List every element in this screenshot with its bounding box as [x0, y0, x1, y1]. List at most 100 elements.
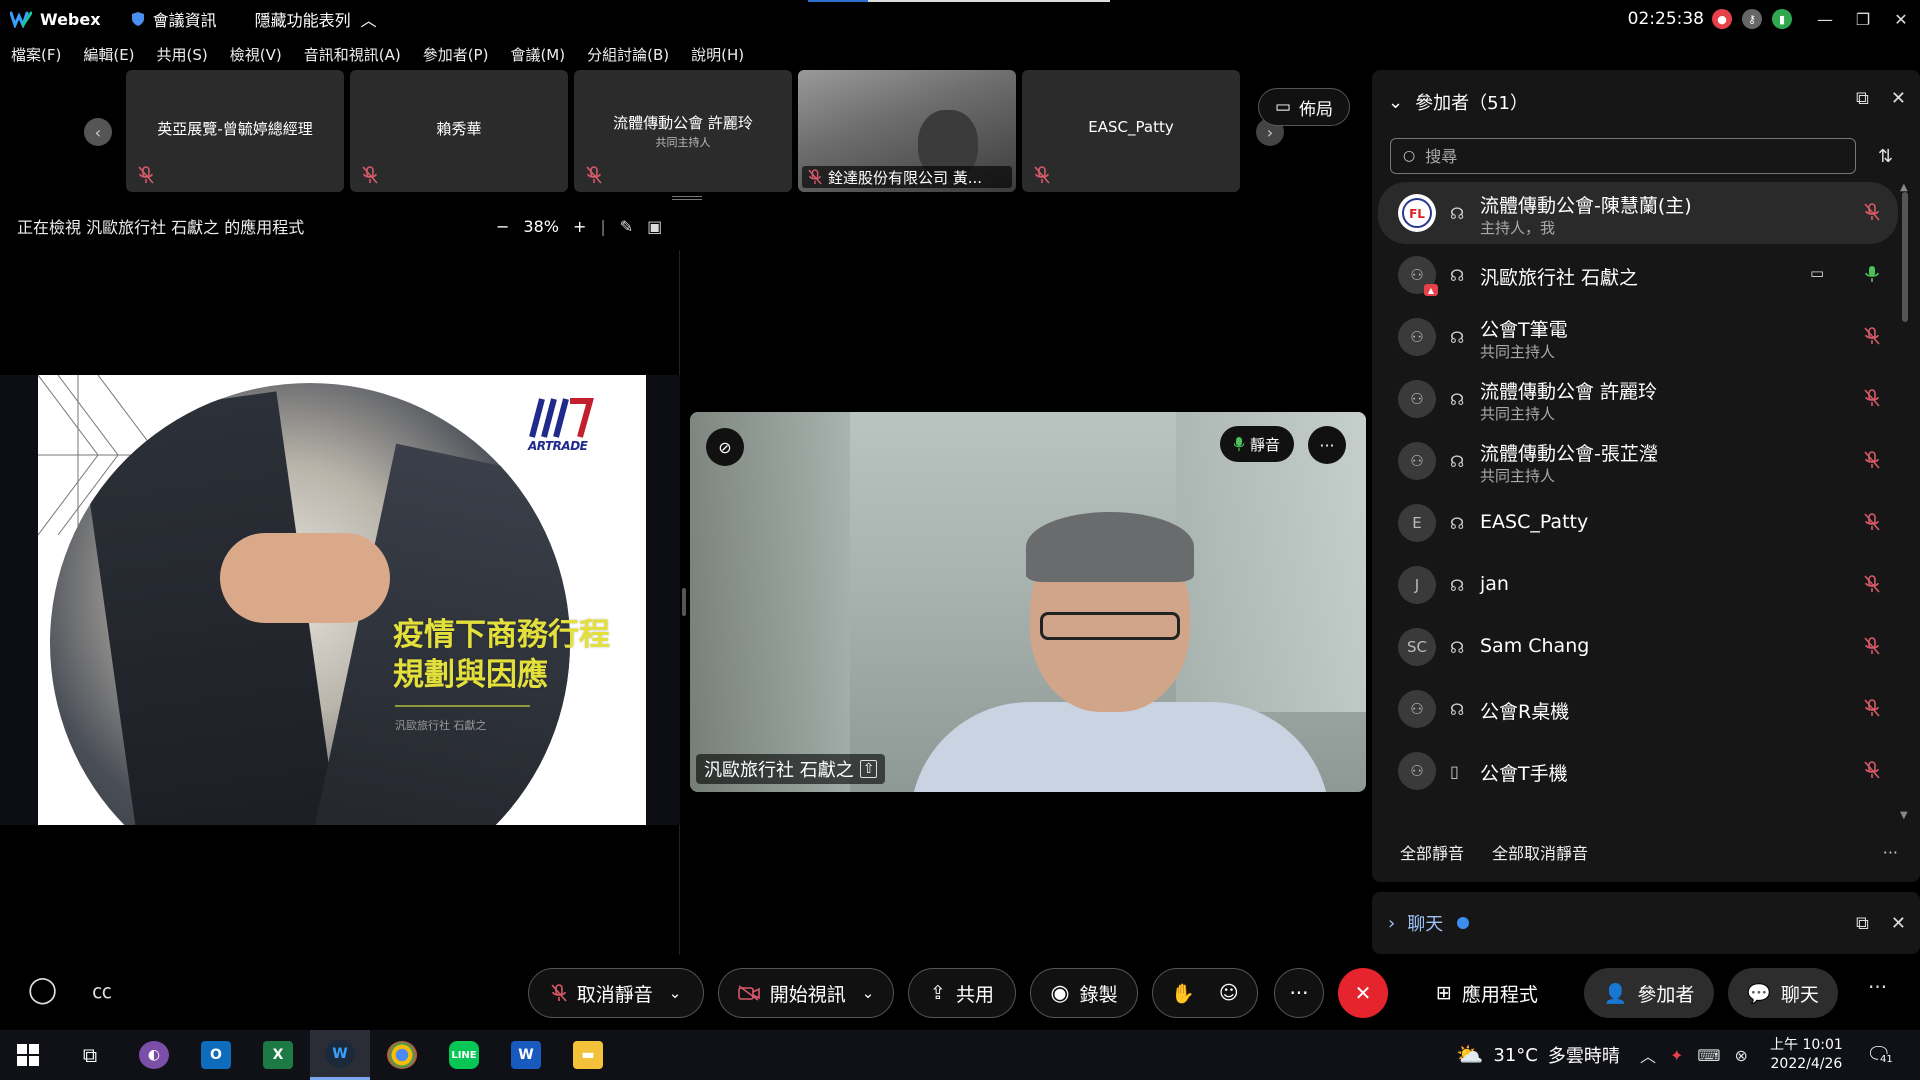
- network-disconnected-icon[interactable]: ⊗: [1735, 1046, 1748, 1065]
- mic-muted-icon[interactable]: [1864, 388, 1880, 408]
- participant-row[interactable]: FL ☊ 流體傳動公會-陳慧蘭(主) 主持人，我: [1378, 182, 1898, 244]
- layout-button[interactable]: ▭ 佈局: [1258, 88, 1350, 126]
- filmstrip-tile[interactable]: 英亞展覽-曾毓婷總經理: [126, 70, 344, 192]
- menu-edit[interactable]: 編輯(E): [72, 42, 145, 68]
- more-options-button[interactable]: ···: [1274, 968, 1324, 1018]
- scroll-down-arrow[interactable]: ▼: [1900, 810, 1908, 821]
- participants-toggle-button[interactable]: 👤 參加者: [1584, 968, 1714, 1018]
- chat-panel[interactable]: › 聊天 ⧉ ✕: [1372, 892, 1920, 954]
- search-input[interactable]: [1425, 146, 1826, 166]
- leave-meeting-button[interactable]: ✕: [1338, 968, 1388, 1018]
- filmstrip-tile[interactable]: 賴秀華: [350, 70, 568, 192]
- unpin-button[interactable]: ⊘: [706, 428, 744, 466]
- close-panel-icon[interactable]: ✕: [1891, 88, 1906, 109]
- unmute-button[interactable]: 取消靜音 ⌄: [528, 968, 704, 1018]
- participant-row[interactable]: ⚇ ☊ 公會R桌機: [1378, 678, 1898, 740]
- menu-help[interactable]: 說明(H): [680, 42, 755, 68]
- filmstrip-prev-button[interactable]: ‹: [84, 118, 112, 146]
- mic-muted-icon[interactable]: [1864, 760, 1880, 780]
- mic-muted-icon[interactable]: [1864, 202, 1880, 222]
- meeting-info-button[interactable]: 會議資訊: [131, 7, 217, 31]
- raise-hand-icon[interactable]: ✋: [1171, 982, 1195, 1005]
- participant-list-scrollbar[interactable]: [1902, 192, 1908, 322]
- taskbar-app[interactable]: ◐: [124, 1030, 184, 1080]
- filmstrip-tile[interactable]: 流體傳動公會 許麗玲 共同主持人: [574, 70, 792, 192]
- taskbar-app[interactable]: LINE: [434, 1030, 494, 1080]
- chat-toggle-button[interactable]: 💬 聊天: [1728, 968, 1838, 1018]
- active-speaker-video[interactable]: ⊘ 靜音 ··· 汎歐旅行社 石獻之 ⇧: [690, 412, 1366, 792]
- chevron-down-icon[interactable]: ⌄: [862, 984, 875, 1002]
- recording-status-icon[interactable]: ●: [1712, 9, 1732, 29]
- participant-row[interactable]: J ☊ jan: [1378, 554, 1898, 616]
- mute-participant-button[interactable]: 靜音: [1220, 426, 1295, 462]
- hide-menu-bar-button[interactable]: 隱藏功能表列 ︿: [255, 7, 377, 31]
- request-control-icon[interactable]: ▣: [647, 217, 662, 236]
- participant-row[interactable]: ⚇ ▯ 公會T手機: [1378, 740, 1898, 802]
- close-window-button[interactable]: ✕: [1882, 0, 1920, 38]
- network-health-icon[interactable]: ▮: [1772, 9, 1792, 29]
- chevron-down-icon[interactable]: ⌄: [669, 984, 682, 1002]
- filmstrip-video-tile[interactable]: 銓達股份有限公司 黃...: [798, 70, 1016, 192]
- key-icon[interactable]: ⚷: [1742, 9, 1762, 29]
- filmstrip-resize-handle[interactable]: [672, 196, 702, 200]
- mic-muted-icon[interactable]: [1864, 574, 1880, 594]
- participant-row[interactable]: ⚇ ☊ 流體傳動公會 許麗玲 共同主持人: [1378, 368, 1898, 430]
- mic-muted-icon[interactable]: [1864, 698, 1880, 718]
- participant-row[interactable]: SC ☊ Sam Chang: [1378, 616, 1898, 678]
- zoom-out-button[interactable]: −: [496, 217, 509, 236]
- start-button[interactable]: [17, 1044, 39, 1066]
- mic-muted-icon[interactable]: [1864, 326, 1880, 346]
- taskbar-app[interactable]: X: [248, 1030, 308, 1080]
- participant-row[interactable]: ⚇ ▲ ☊ 汎歐旅行社 石獻之 ▭: [1378, 244, 1898, 306]
- mic-muted-icon[interactable]: [1864, 636, 1880, 656]
- filmstrip-tile[interactable]: EASC_Patty: [1022, 70, 1240, 192]
- record-button[interactable]: ◉ 錄製: [1030, 968, 1138, 1018]
- split-resize-handle[interactable]: [682, 588, 686, 616]
- weather-widget[interactable]: ⛅ 31°C 多雲時晴: [1456, 1030, 1620, 1080]
- taskbar-app-webex[interactable]: W: [310, 1030, 370, 1080]
- menu-file[interactable]: 檔案(F): [0, 42, 72, 68]
- start-video-button[interactable]: 開始視訊 ⌄: [718, 968, 894, 1018]
- unmute-all-button[interactable]: 全部取消靜音: [1492, 840, 1588, 864]
- menu-breakout[interactable]: 分組討論(B): [576, 42, 680, 68]
- gift-app-icon[interactable]: ✦: [1670, 1046, 1683, 1065]
- sort-icon[interactable]: ⇅: [1878, 146, 1893, 167]
- taskbar-app[interactable]: W: [496, 1030, 556, 1080]
- restore-button[interactable]: ❐: [1844, 0, 1882, 38]
- closed-captions-icon[interactable]: ㏄: [92, 975, 112, 1004]
- menu-meeting[interactable]: 會議(M): [499, 42, 576, 68]
- notification-center-button[interactable]: 🗨 41: [1866, 1042, 1895, 1066]
- minimize-button[interactable]: —: [1806, 0, 1844, 38]
- participants-more-button[interactable]: ···: [1883, 843, 1898, 862]
- menu-participants[interactable]: 參加者(P): [412, 42, 500, 68]
- participant-row[interactable]: ⚇ ☊ 公會T筆電 共同主持人: [1378, 306, 1898, 368]
- panels-more-icon[interactable]: ···: [1868, 975, 1887, 999]
- reactions-icon[interactable]: ☺: [1219, 982, 1239, 1004]
- participants-panel-header[interactable]: ⌄ 參加者（51）: [1388, 89, 1528, 115]
- apps-button[interactable]: ⊞ 應用程式: [1436, 968, 1538, 1018]
- menu-share[interactable]: 共用(S): [146, 42, 219, 68]
- shared-content-area[interactable]: ARTRADE 疫情下商務行程 規劃與因應 汎歐旅行社 石獻之: [0, 250, 680, 955]
- taskbar-app[interactable]: [372, 1030, 432, 1080]
- participant-row[interactable]: E ☊ EASC_Patty: [1378, 492, 1898, 554]
- video-more-button[interactable]: ···: [1308, 426, 1346, 464]
- taskbar-app[interactable]: O: [186, 1030, 246, 1080]
- mute-all-button[interactable]: 全部靜音: [1400, 840, 1464, 864]
- mic-muted-icon[interactable]: [1864, 450, 1880, 470]
- menu-view[interactable]: 檢視(V): [219, 42, 293, 68]
- task-view-button[interactable]: ⧉: [60, 1030, 120, 1080]
- status-circle-icon[interactable]: ◯: [28, 975, 57, 1005]
- annotate-icon[interactable]: ✎: [620, 217, 633, 236]
- participant-row[interactable]: ⚇ ☊ 流體傳動公會-張芷瀅 共同主持人: [1378, 430, 1898, 492]
- zoom-in-button[interactable]: +: [573, 217, 586, 236]
- menu-audio-video[interactable]: 音訊和視訊(A): [293, 42, 412, 68]
- mic-muted-icon[interactable]: [1864, 512, 1880, 532]
- participant-search[interactable]: ○: [1390, 138, 1856, 174]
- taskbar-app[interactable]: ▬: [558, 1030, 618, 1080]
- tray-expand-icon[interactable]: ︿: [1640, 1043, 1656, 1067]
- close-panel-icon[interactable]: ✕: [1891, 913, 1906, 934]
- keyboard-icon[interactable]: ⌨: [1697, 1046, 1720, 1065]
- mic-active-icon[interactable]: [1864, 264, 1880, 284]
- popout-icon[interactable]: ⧉: [1856, 913, 1869, 934]
- system-clock[interactable]: 上午 10:01 2022/4/26: [1770, 1036, 1843, 1074]
